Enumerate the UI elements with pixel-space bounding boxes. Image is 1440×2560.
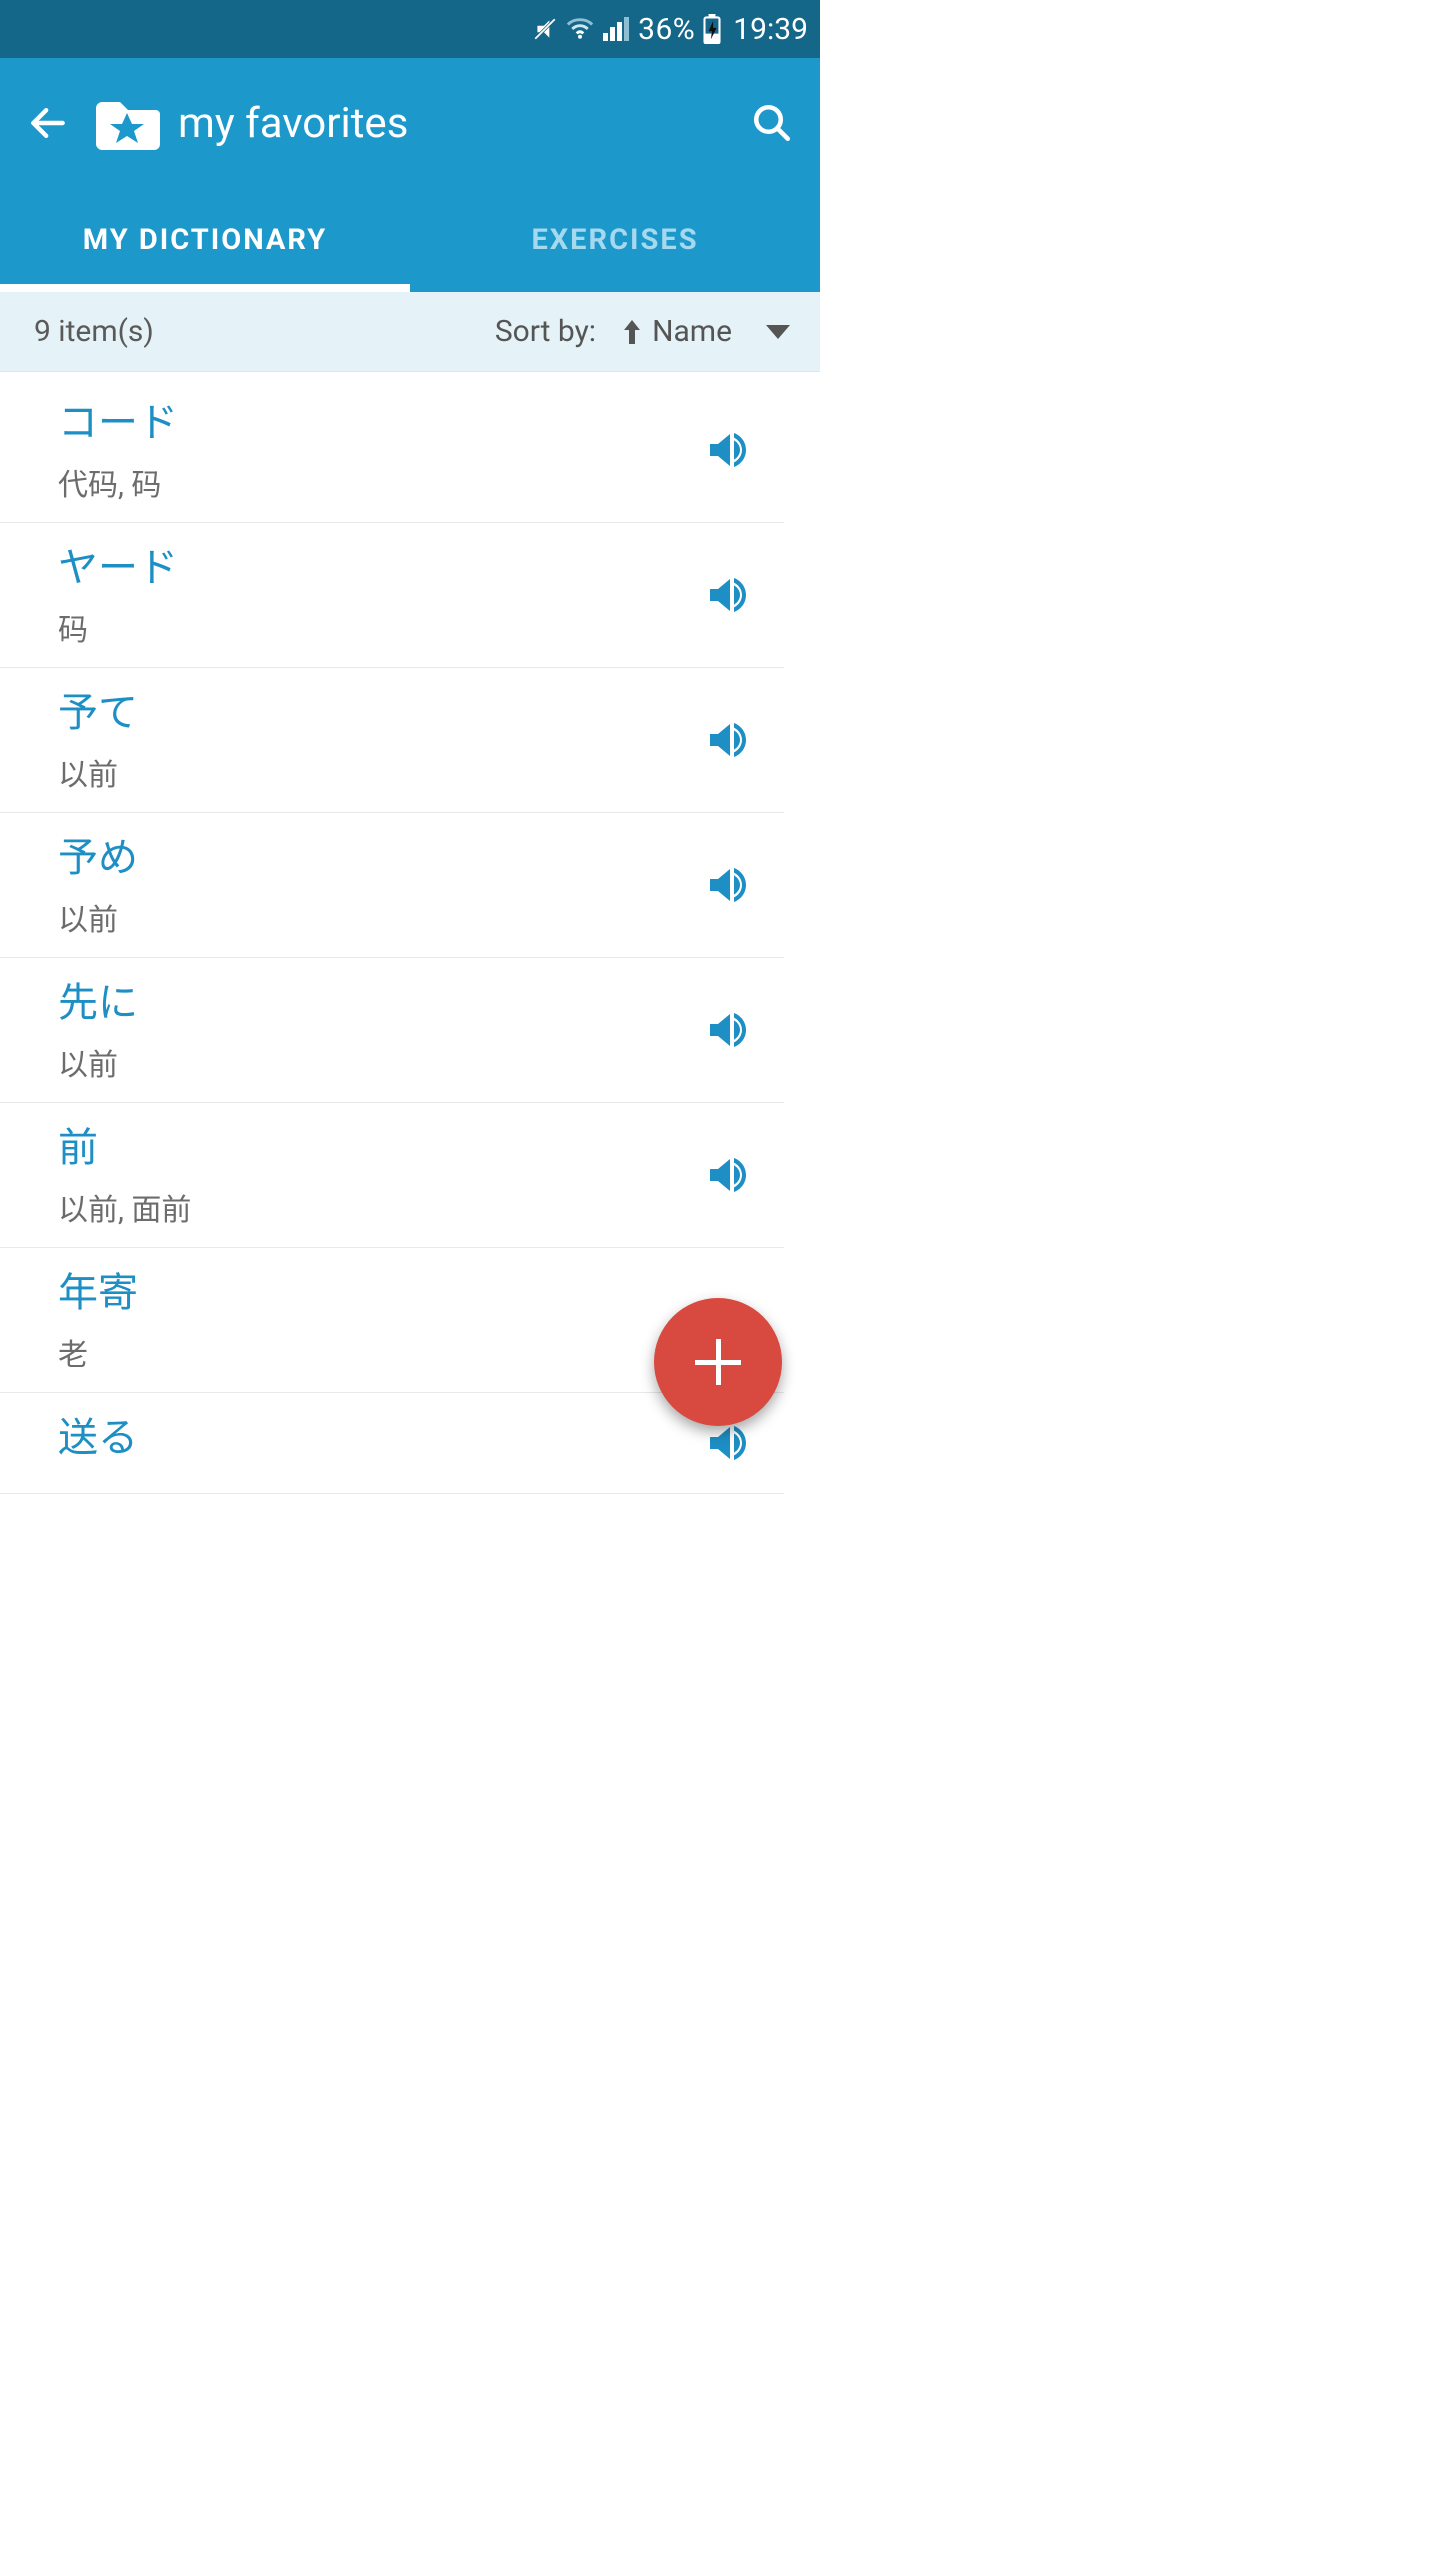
sort-bar: 9 item(s) Sort by: Name	[0, 292, 820, 372]
word-cn: 代码, 码	[58, 460, 698, 504]
word-cn: 以前	[58, 1040, 698, 1084]
speaker-button[interactable]	[698, 712, 754, 768]
word-jp: 年寄	[58, 1266, 698, 1320]
mute-icon	[532, 16, 558, 42]
word-cn: 老	[58, 1330, 698, 1374]
list-item[interactable]: 送る	[0, 1393, 784, 1494]
word-cn: 以前	[58, 750, 698, 794]
sort-direction-asc-icon[interactable]	[622, 318, 642, 346]
word-jp: 予め	[58, 831, 698, 885]
add-fab[interactable]	[654, 1298, 782, 1426]
status-bar: 36% 19:39	[0, 0, 820, 58]
tabs: MY DICTIONARY EXERCISES	[0, 188, 820, 292]
list-item[interactable]: ヤード码	[0, 523, 784, 668]
favorites-folder-icon	[94, 96, 160, 150]
word-cn: 以前, 面前	[58, 1185, 698, 1229]
clock-time: 19:39	[733, 12, 808, 47]
speaker-button[interactable]	[698, 1147, 754, 1203]
sort-key-selector[interactable]: Name	[652, 314, 732, 349]
tab-my-dictionary[interactable]: MY DICTIONARY	[0, 188, 410, 292]
list-item[interactable]: 前以前, 面前	[0, 1103, 784, 1248]
list-item[interactable]: コード代码, 码	[0, 372, 784, 523]
signal-icon	[602, 17, 630, 41]
word-jp: 送る	[58, 1411, 698, 1465]
dropdown-caret-icon[interactable]	[766, 325, 790, 339]
speaker-button[interactable]	[698, 567, 754, 623]
word-cn: 码	[58, 605, 698, 649]
battery-percent: 36%	[638, 12, 695, 47]
speaker-button[interactable]	[698, 422, 754, 478]
back-button[interactable]	[20, 95, 76, 151]
word-jp: 前	[58, 1121, 698, 1175]
word-jp: 先に	[58, 976, 698, 1030]
word-jp: ヤード	[58, 541, 698, 595]
speaker-button[interactable]	[698, 857, 754, 913]
tab-label: EXERCISES	[531, 223, 698, 257]
list-item[interactable]: 先に以前	[0, 958, 784, 1103]
wifi-icon	[566, 18, 594, 40]
search-button[interactable]	[744, 95, 800, 151]
item-count: 9 item(s)	[34, 314, 154, 349]
tab-label: MY DICTIONARY	[83, 223, 328, 257]
sort-by-label: Sort by:	[495, 314, 596, 349]
list-item[interactable]: 予め以前	[0, 813, 784, 958]
speaker-button[interactable]	[698, 1002, 754, 1058]
word-jp: 予て	[58, 686, 698, 740]
list-item[interactable]: 予て以前	[0, 668, 784, 813]
word-jp: コード	[58, 396, 698, 450]
word-cn: 以前	[58, 895, 698, 939]
battery-charging-icon	[703, 14, 721, 44]
tab-exercises[interactable]: EXERCISES	[410, 188, 820, 292]
page-title: my favorites	[178, 99, 408, 148]
app-bar: my favorites MY DICTIONARY EXERCISES	[0, 58, 820, 292]
